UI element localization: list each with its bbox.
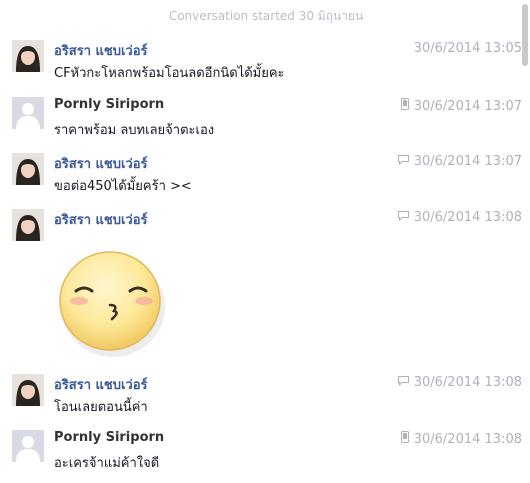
message-item: อริสรา แชบเว่อร์ 30/6/2014 13:08 <box>0 209 530 359</box>
avatar[interactable] <box>12 97 44 129</box>
message-item: อริสรา แชบเว่อร์ ขอต่อ450ได้มั้ยคร้า >< … <box>0 153 530 194</box>
kiss-face-sticker[interactable] <box>52 241 172 361</box>
chat-icon <box>397 154 409 169</box>
message-meta: 30/6/2014 13:07 <box>400 98 522 114</box>
timestamp: 30/6/2014 13:05 <box>413 41 522 56</box>
mobile-icon <box>400 431 409 447</box>
sender-name[interactable]: Pornly Siriporn <box>54 97 164 112</box>
message-meta: 30/6/2014 13:05 <box>414 41 522 56</box>
message-text: อะเครจ้าแม่ค้าใจดี <box>54 456 160 471</box>
message-item: Pornly Siriporn อะเครจ้าแม่ค้าใจดี 30/6/… <box>0 430 530 471</box>
chat-icon <box>397 210 409 225</box>
avatar[interactable] <box>12 153 44 185</box>
sender-name[interactable]: อริสรา แชบเว่อร์ <box>54 153 148 174</box>
sender-name[interactable]: อริสรา แชบเว่อร์ <box>54 40 148 61</box>
sender-name[interactable]: อริสรา แชบเว่อร์ <box>54 209 148 230</box>
conversation-start-label: Conversation started 30 มิถุนายน <box>168 9 364 23</box>
message-text: ราคาพร้อม ลบทเลยจ้าตะเอง <box>54 123 215 138</box>
message-text: โอนเลยตอนนี้ค่า <box>54 400 148 415</box>
timestamp: 30/6/2014 13:07 <box>413 154 522 169</box>
message-meta: 30/6/2014 13:07 <box>397 154 522 169</box>
message-item: อริสรา แชบเว่อร์ โอนเลยตอนนี้ค่า 30/6/20… <box>0 374 530 415</box>
mobile-icon <box>400 98 409 114</box>
sender-name[interactable]: Pornly Siriporn <box>54 430 164 445</box>
timestamp: 30/6/2014 13:08 <box>413 210 522 225</box>
sender-name[interactable]: อริสรา แชบเว่อร์ <box>54 374 148 395</box>
avatar[interactable] <box>12 209 44 241</box>
message-item: อริสรา แชบเว่อร์ CFหัวกะโหลกพร้อมโอนลดอี… <box>0 40 530 81</box>
message-meta: 30/6/2014 13:08 <box>400 431 522 447</box>
message-text: ขอต่อ450ได้มั้ยคร้า >< <box>54 179 192 194</box>
avatar[interactable] <box>12 374 44 406</box>
message-meta: 30/6/2014 13:08 <box>397 375 522 390</box>
avatar[interactable] <box>12 40 44 72</box>
message-text: CFหัวกะโหลกพร้อมโอนลดอีกนิดได้มั้ยคะ <box>54 66 285 81</box>
avatar[interactable] <box>12 430 44 462</box>
message-meta: 30/6/2014 13:08 <box>397 210 522 225</box>
chat-icon <box>397 375 409 390</box>
timestamp: 30/6/2014 13:07 <box>413 98 522 114</box>
timestamp: 30/6/2014 13:08 <box>413 375 522 390</box>
message-item: Pornly Siriporn ราคาพร้อม ลบทเลยจ้าตะเอง… <box>0 97 530 138</box>
timestamp: 30/6/2014 13:08 <box>413 431 522 447</box>
